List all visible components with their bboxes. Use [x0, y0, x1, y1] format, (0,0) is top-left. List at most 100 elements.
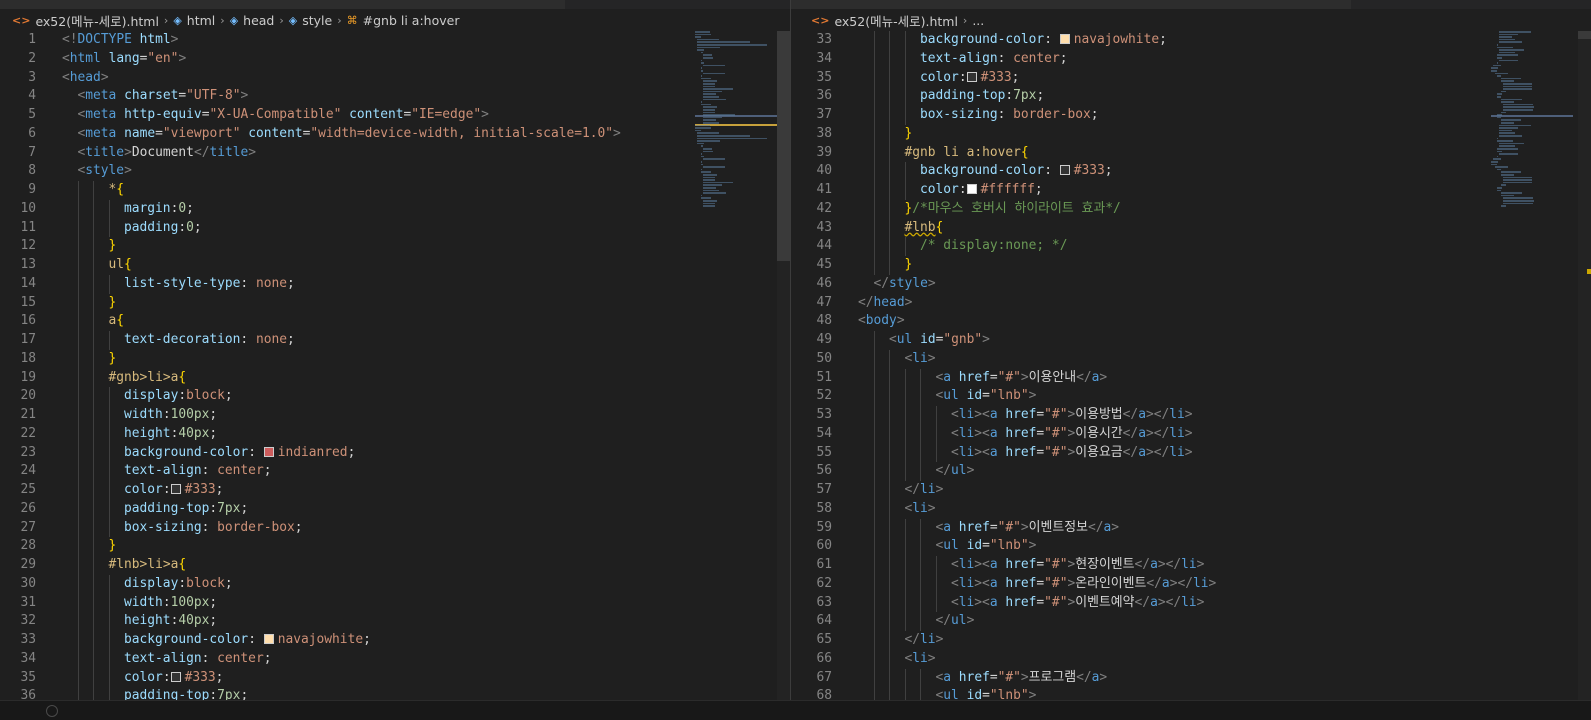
code-line[interactable]: 10 margin:0; [0, 199, 790, 219]
code-line[interactable]: 2 <html lang="en"> [0, 50, 790, 69]
code-line[interactable]: 33 background-color: navajowhite; [791, 31, 1591, 50]
code-line[interactable]: 51 <a href="#">이용안내</a> [791, 368, 1591, 388]
code-line[interactable]: 14 list-style-type: none; [0, 274, 790, 294]
code-line[interactable]: 31 width:100px; [0, 593, 790, 613]
left-editor-pane[interactable]: <> ex52(메뉴-세로).html › ◈ html › ◈ head › ◈ style › ⌘ #… [0, 9, 790, 700]
code-line[interactable]: 7 <title>Document</title> [0, 144, 790, 163]
code-line[interactable]: 27 box-sizing: border-box; [0, 518, 790, 538]
code-line[interactable]: 15} [0, 293, 790, 313]
code-line[interactable]: 63 <li><a href="#">이벤트예약</a></li> [791, 593, 1591, 613]
code-line[interactable]: 55 <li><a href="#">이용요금</a></li> [791, 443, 1591, 463]
color-swatch-icon[interactable] [1059, 34, 1070, 44]
code-line[interactable]: 12} [0, 237, 790, 256]
color-swatch-icon[interactable] [263, 634, 274, 644]
status-circle-icon[interactable] [46, 705, 58, 717]
code-area[interactable]: 33 background-color: navajowhite; 34 text-a… [791, 31, 1591, 700]
editor-tab[interactable] [791, 0, 1351, 9]
code-line[interactable]: 34 text-align: center; [791, 49, 1591, 69]
code-line[interactable]: 42}/*마우스 호버시 하이라이트 효과*/ [791, 199, 1591, 219]
breadcrumb-item[interactable]: ◈ style [289, 13, 332, 28]
code-line[interactable]: 40 background-color: #333; [791, 162, 1591, 181]
code-line[interactable]: 39 #gnb li a:hover{ [791, 143, 1591, 163]
code-line[interactable]: 45} [791, 256, 1591, 275]
code-line[interactable]: 56 </ul> [791, 462, 1591, 481]
code-line[interactable]: 38} [791, 124, 1591, 144]
code-line[interactable]: 3 <head> [0, 69, 790, 88]
code-line[interactable]: 35 color: #333; [0, 668, 790, 688]
code-area[interactable]: 1 <!DOCTYPE html> 2 <html lang="en"> 3 <head>… [0, 31, 790, 700]
breadcrumb-item[interactable]: ◈ head [230, 13, 275, 28]
scrollbar[interactable] [1578, 31, 1591, 700]
code-line[interactable]: 26 padding-top:7px; [0, 499, 790, 519]
code-line[interactable]: 57 </li> [791, 481, 1591, 500]
code-line[interactable]: 68 <ul id="lnb"> [791, 687, 1591, 700]
code-line[interactable]: 53 <li><a href="#">이용방법</a></li> [791, 406, 1591, 425]
minimap[interactable] [1491, 31, 1573, 231]
color-swatch-icon[interactable] [263, 446, 274, 457]
right-editor-pane[interactable]: <> ex52(메뉴-세로).html ›... 33 background-colo… [791, 9, 1591, 700]
code-line[interactable]: 67 <a href="#">프로그램</a> [791, 668, 1591, 688]
code-line[interactable]: 43 #lnb{ [791, 218, 1591, 238]
code-line[interactable]: 48 <body> [791, 312, 1591, 331]
code-line[interactable]: 34 text-align: center; [0, 649, 790, 669]
breadcrumb-item[interactable]: ... [972, 13, 984, 28]
code-line[interactable]: 17 text-decoration: none; [0, 331, 790, 350]
code-line[interactable]: 25 color: #333; [0, 481, 790, 500]
code-line[interactable]: 19 #gnb>li>a{ [0, 368, 790, 388]
code-line[interactable]: 46 </style> [791, 275, 1591, 294]
code-line[interactable]: 41 color: #ffffff; [791, 181, 1591, 200]
code-line[interactable]: 33 background-color: navajowhite; [0, 631, 790, 650]
code-line[interactable]: 37 box-sizing: border-box; [791, 106, 1591, 125]
code-line[interactable]: 36 padding-top:7px; [791, 87, 1591, 106]
code-line[interactable]: 22 height:40px; [0, 424, 790, 444]
code-line[interactable]: 64 </ul> [791, 612, 1591, 631]
code-line[interactable]: 30 display:block; [0, 574, 790, 594]
breadcrumb-item[interactable]: ◈ html [173, 13, 215, 28]
code-line[interactable]: 1 <!DOCTYPE html> [0, 31, 790, 50]
code-line[interactable]: 16 a{ [0, 312, 790, 331]
code-line[interactable]: 60 <ul id="lnb"> [791, 537, 1591, 556]
code-line[interactable]: 61 <li><a href="#">현장이벤트</a></li> [791, 556, 1591, 575]
code-line[interactable]: 66 <li> [791, 649, 1591, 669]
scrollbar[interactable] [777, 31, 790, 700]
code-line[interactable]: 65 </li> [791, 631, 1591, 650]
code-line[interactable]: 29 #lnb>li>a{ [0, 556, 790, 575]
code-line[interactable]: 52 <ul id="lnb"> [791, 387, 1591, 406]
minimap[interactable] [695, 31, 777, 231]
color-swatch-icon[interactable] [966, 184, 977, 194]
code-line[interactable]: 5 <meta http-equiv="X-UA-Compatible" cont… [0, 106, 790, 125]
scrollbar-thumb[interactable] [777, 31, 790, 261]
color-swatch-icon[interactable] [170, 484, 181, 494]
code-line[interactable]: 44 /* display:none; */ [791, 237, 1591, 256]
breadcrumb-item[interactable]: <> ex52(메뉴-세로).html [811, 11, 958, 30]
code-line[interactable]: 24 text-align: center; [0, 462, 790, 481]
scrollbar-thumb[interactable] [1578, 31, 1591, 39]
code-line[interactable]: 21 width:100px; [0, 406, 790, 425]
editor-tab[interactable] [0, 0, 565, 9]
code-line[interactable]: 62 <li><a href="#">온라인이벤트</a></li> [791, 574, 1591, 594]
code-line[interactable]: 9 *{ [0, 181, 790, 200]
code-line[interactable]: 59 <a href="#">이벤트정보</a> [791, 518, 1591, 538]
code-line[interactable]: 36 padding-top:7px; [0, 687, 790, 700]
code-line[interactable]: 20 display:block; [0, 387, 790, 406]
code-line[interactable]: 54 <li><a href="#">이용시간</a></li> [791, 424, 1591, 444]
code-line[interactable]: 8 <style> [0, 162, 790, 181]
code-line[interactable]: 58 <li> [791, 499, 1591, 519]
code-line[interactable]: 6 <meta name="viewport" content="width=de… [0, 125, 790, 144]
code-line[interactable]: 28} [0, 537, 790, 556]
breadcrumb-item[interactable]: ⌘ #gnb li a:hover [347, 13, 460, 28]
code-line[interactable]: 50 <li> [791, 349, 1591, 369]
color-swatch-icon[interactable] [966, 71, 977, 82]
code-line[interactable]: 47 </head> [791, 294, 1591, 313]
code-line[interactable]: 13 ul{ [0, 256, 790, 275]
color-swatch-icon[interactable] [1059, 165, 1070, 176]
breadcrumb-item[interactable]: <> ex52(메뉴-세로).html [12, 11, 159, 30]
code-line[interactable]: 18} [0, 349, 790, 369]
code-line[interactable]: 32 height:40px; [0, 612, 790, 631]
code-line[interactable]: 11 padding:0; [0, 218, 790, 238]
code-line[interactable]: 4 <meta charset="UTF-8"> [0, 87, 790, 106]
code-line[interactable]: 23 background-color: indianred; [0, 443, 790, 463]
code-line[interactable]: 49 <ul id="gnb"> [791, 331, 1591, 350]
code-line[interactable]: 35 color: #333; [791, 68, 1591, 88]
color-swatch-icon[interactable] [170, 671, 181, 682]
